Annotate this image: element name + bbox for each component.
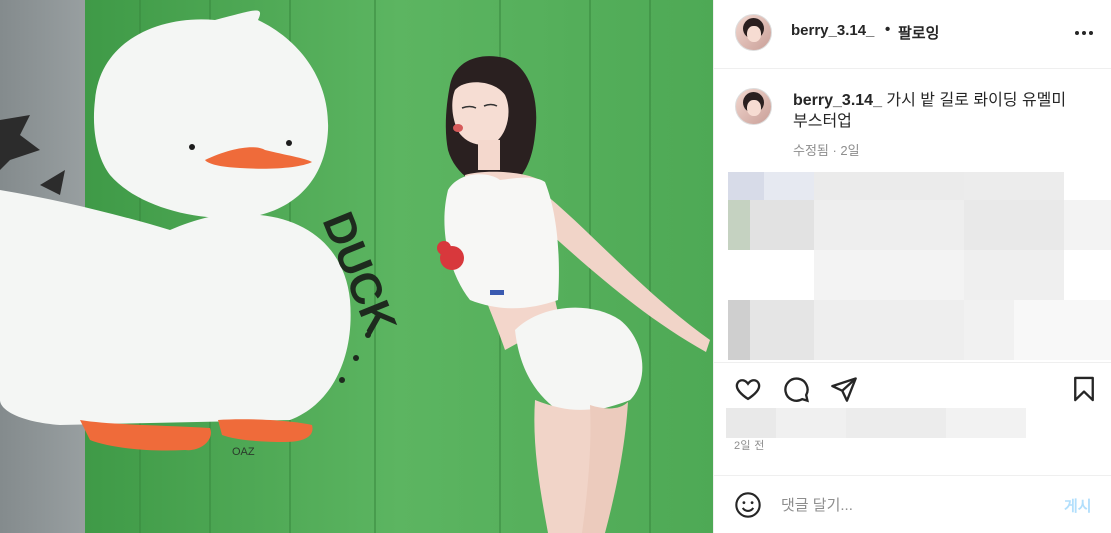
comment-box: 게시: [714, 475, 1111, 533]
post-side-panel: berry_3.14_ • 팔로잉 berry_3.14_ 가시 밭 길로 롸이…: [713, 0, 1111, 533]
avatar[interactable]: [735, 14, 772, 51]
action-bar: [714, 362, 1111, 414]
username-link[interactable]: berry_3.14_: [791, 22, 874, 39]
post-photo[interactable]: DUCK OAZ: [0, 0, 713, 533]
heart-icon[interactable]: [734, 375, 762, 403]
caption-meta: 수정됨 · 2일: [793, 143, 860, 158]
caption-username-link[interactable]: berry_3.14_: [793, 92, 882, 109]
mural-signature: OAZ: [232, 446, 255, 458]
blurred-likes: [726, 408, 1026, 438]
separator-dot: •: [885, 21, 891, 38]
send-icon[interactable]: [830, 375, 858, 403]
caption-avatar[interactable]: [735, 88, 772, 125]
post-comment-button[interactable]: 게시: [1064, 495, 1092, 516]
comment-input[interactable]: [781, 494, 1051, 516]
instagram-post-modal: DUCK OAZ berry_3.14_ • 팔로잉 berry_3.14_ 가…: [0, 0, 1111, 533]
blurred-comments: [728, 172, 1111, 360]
emoji-icon[interactable]: [734, 491, 762, 519]
photo-illustration: DUCK OAZ: [0, 0, 713, 533]
caption-text: berry_3.14_ 가시 밭 길로 롸이딩 유멜미 부스터업: [793, 90, 1083, 132]
comment-icon[interactable]: [782, 375, 810, 403]
following-button[interactable]: 팔로잉: [898, 22, 939, 43]
bookmark-icon[interactable]: [1070, 375, 1098, 403]
post-timestamp: 2일 전: [734, 440, 765, 452]
post-header: berry_3.14_ • 팔로잉: [714, 0, 1111, 69]
more-horizontal-icon[interactable]: [1070, 20, 1098, 46]
